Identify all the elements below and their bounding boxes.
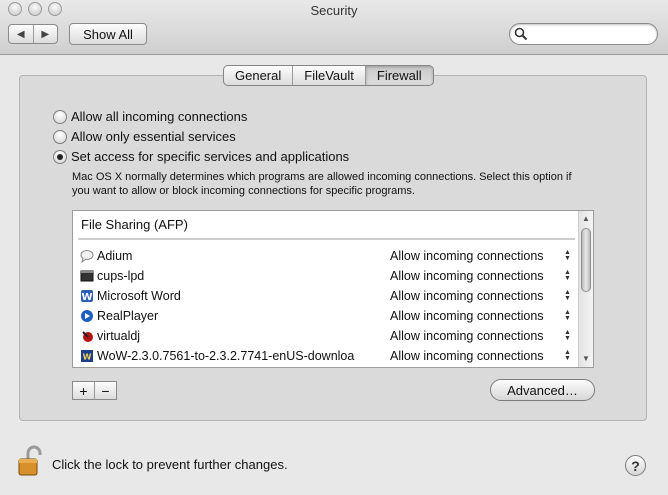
permission-popup[interactable]: Allow incoming connections xyxy=(390,309,544,323)
window-title: Security xyxy=(310,3,358,18)
preferences-window: Security ◀ ▶ Show All General FileVault … xyxy=(0,0,668,495)
radio-button[interactable] xyxy=(53,149,67,164)
radio-label: Set access for specific services and app… xyxy=(71,149,350,164)
app-name: RealPlayer xyxy=(97,309,159,323)
scrollbar-thumb[interactable] xyxy=(581,228,591,292)
permission-popup[interactable]: Allow incoming connections xyxy=(390,269,544,283)
search-input[interactable] xyxy=(532,26,652,42)
scroll-down-icon[interactable]: ▼ xyxy=(582,354,590,363)
radio-label: Allow only essential services xyxy=(71,129,236,144)
realplayer-icon xyxy=(81,310,93,322)
list-item[interactable]: virtualdj Allow incoming connections ▲ ▼ xyxy=(80,326,577,346)
list-item[interactable]: W Microsoft Word Allow incoming connecti… xyxy=(80,286,577,306)
list-item[interactable]: RealPlayer Allow incoming connections ▲ ▼ xyxy=(80,306,577,326)
advanced-button[interactable]: Advanced… xyxy=(490,379,595,401)
word-icon: W xyxy=(81,290,93,303)
search-icon xyxy=(514,27,528,41)
app-name: WoW-2.3.0.7561-to-2.3.2.7741-enUS-downlo… xyxy=(97,349,355,363)
lock-icon[interactable] xyxy=(17,445,45,477)
list-divider xyxy=(78,238,575,240)
virtualdj-icon xyxy=(82,331,93,342)
services-list: File Sharing (AFP) Adium Allow incoming … xyxy=(72,210,594,368)
list-item[interactable]: cups-lpd Allow incoming connections ▲ ▼ xyxy=(80,266,577,286)
tab-firewall[interactable]: Firewall xyxy=(365,66,433,85)
add-remove-control: + − xyxy=(72,381,117,400)
search-field[interactable] xyxy=(509,23,658,45)
tab-bar: General FileVault Firewall xyxy=(223,65,434,86)
app-name: Microsoft Word xyxy=(97,289,181,303)
svg-text:W: W xyxy=(81,292,92,303)
firewall-description: Mac OS X normally determines which progr… xyxy=(72,171,572,197)
list-header[interactable]: File Sharing (AFP) xyxy=(73,211,578,238)
forward-button[interactable]: ▶ xyxy=(34,25,58,43)
popup-arrows-icon[interactable]: ▲ ▼ xyxy=(564,289,571,302)
radio-button[interactable] xyxy=(53,129,67,144)
svg-text:W: W xyxy=(83,353,92,362)
toolbar: Security ◀ ▶ Show All xyxy=(0,0,668,55)
back-button[interactable]: ◀ xyxy=(9,25,34,43)
popup-arrows-icon[interactable]: ▲ ▼ xyxy=(564,249,571,262)
radio-allow-all[interactable]: Allow all incoming connections xyxy=(53,109,247,124)
radio-button[interactable] xyxy=(53,109,67,124)
popup-arrows-icon[interactable]: ▲ ▼ xyxy=(564,309,571,322)
radio-specific-services[interactable]: Set access for specific services and app… xyxy=(53,149,349,164)
app-name: cups-lpd xyxy=(97,269,145,283)
add-app-button[interactable]: + xyxy=(73,382,95,399)
lock-message: Click the lock to prevent further change… xyxy=(52,457,288,472)
show-all-button[interactable]: Show All xyxy=(69,23,147,45)
popup-arrows-icon[interactable]: ▲ ▼ xyxy=(564,269,571,282)
radio-essential-only[interactable]: Allow only essential services xyxy=(53,129,236,144)
wow-icon: W xyxy=(81,350,93,362)
permission-popup[interactable]: Allow incoming connections xyxy=(390,329,544,343)
help-button[interactable]: ? xyxy=(625,455,646,476)
app-name: Adium xyxy=(97,249,133,263)
remove-app-button[interactable]: − xyxy=(95,382,116,399)
popup-arrows-icon[interactable]: ▲ ▼ xyxy=(564,349,571,362)
back-forward-control: ◀ ▶ xyxy=(8,24,58,44)
app-name: virtualdj xyxy=(97,329,141,343)
list-scrollbar[interactable]: ▲ ▼ xyxy=(578,211,593,367)
terminal-icon xyxy=(80,270,94,282)
permission-popup[interactable]: Allow incoming connections xyxy=(390,289,544,303)
list-item[interactable]: W WoW-2.3.0.7561-to-2.3.2.7741-enUS-down… xyxy=(80,346,577,366)
tab-general[interactable]: General xyxy=(224,66,294,85)
popup-arrows-icon[interactable]: ▲ ▼ xyxy=(564,329,571,342)
radio-label: Allow all incoming connections xyxy=(71,109,248,124)
permission-popup[interactable]: Allow incoming connections xyxy=(390,249,544,263)
scroll-up-icon[interactable]: ▲ xyxy=(582,214,590,223)
tab-filevault[interactable]: FileVault xyxy=(293,66,366,85)
list-item[interactable]: Adium Allow incoming connections ▲ ▼ xyxy=(80,246,577,266)
permission-popup[interactable]: Allow incoming connections xyxy=(390,349,544,363)
adium-icon xyxy=(80,250,94,263)
